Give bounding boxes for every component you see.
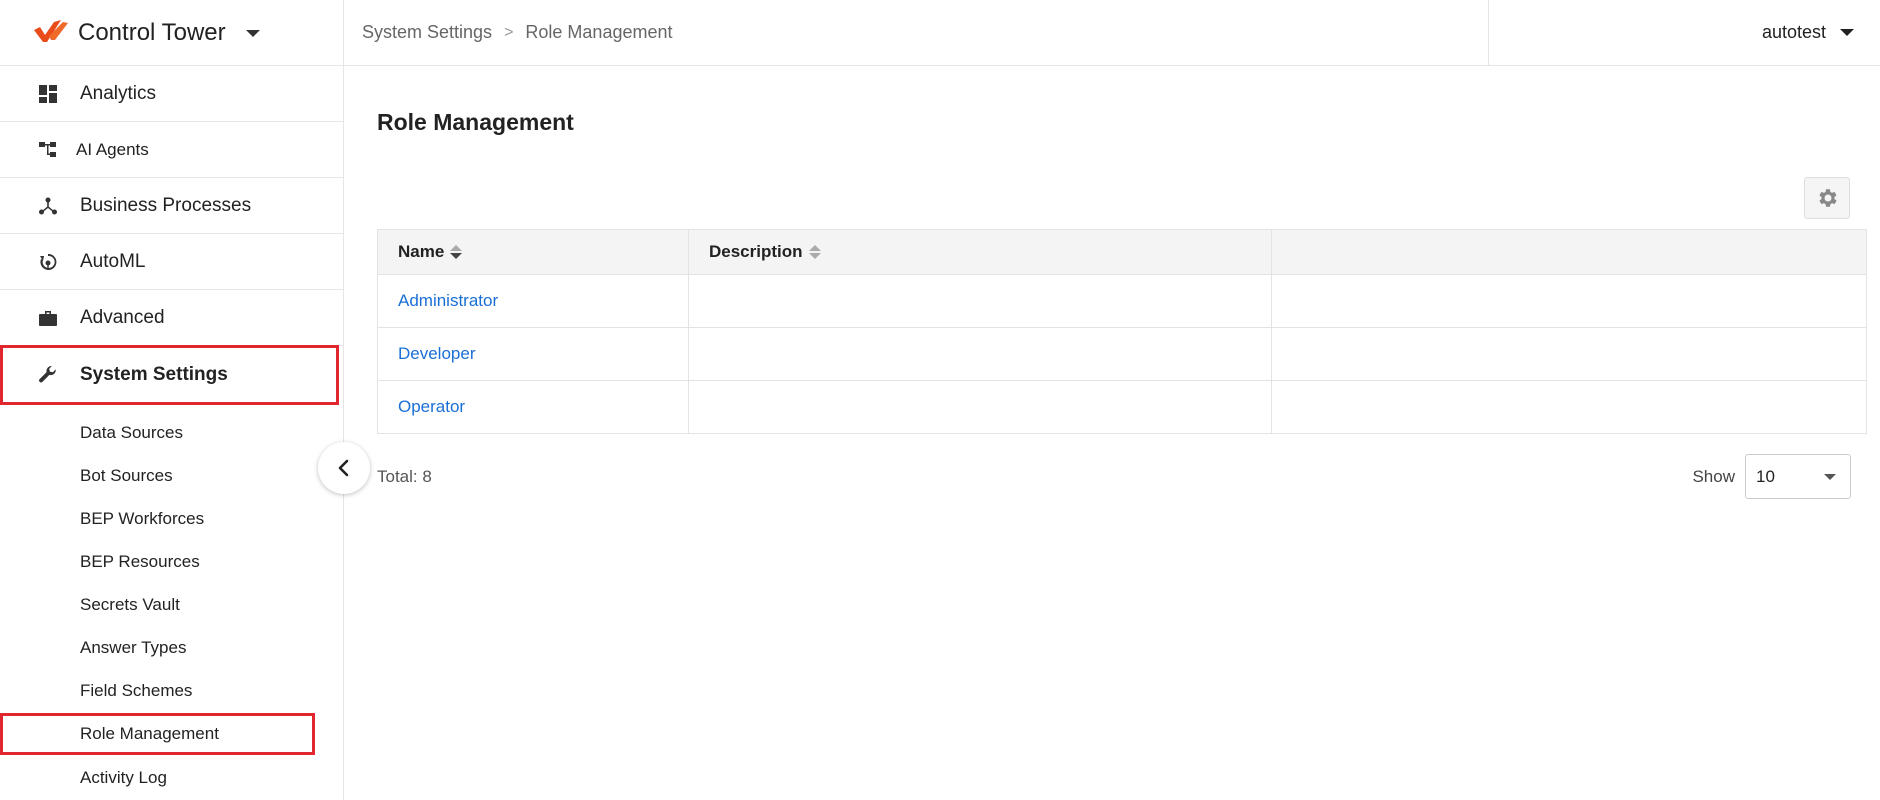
breadcrumb-current: Role Management: [525, 22, 673, 42]
sub-item-bep-workforces[interactable]: BEP Workforces: [0, 497, 343, 540]
nav-label: Business Processes: [80, 194, 252, 216]
user-menu[interactable]: autotest: [1488, 0, 1880, 66]
nav-label: AI Agents: [76, 139, 149, 159]
table-cell-empty: [1271, 380, 1867, 434]
sub-item-answer-types[interactable]: Answer Types: [0, 626, 343, 669]
automl-icon: [38, 252, 58, 272]
collapse-sidebar-button[interactable]: [318, 442, 370, 494]
roles-table: Name Description Administrator Developer…: [377, 229, 1867, 434]
nav-item-analytics[interactable]: Analytics: [0, 66, 343, 122]
sub-item-activity-log[interactable]: Activity Log: [0, 756, 343, 799]
app-title: Control Tower: [78, 18, 226, 46]
system-settings-submenu: Data Sources Bot Sources BEP Workforces …: [0, 405, 343, 799]
gear-icon: [1819, 189, 1837, 207]
table-cell-empty: [1271, 274, 1867, 328]
page-size-select[interactable]: 10: [1745, 454, 1851, 499]
top-bar: System Settings > Role Management autote…: [344, 0, 1880, 66]
user-name: autotest: [1761, 22, 1826, 42]
column-header-empty: [1271, 229, 1867, 275]
column-header-description[interactable]: Description: [688, 229, 1272, 275]
nav-item-ai-agents[interactable]: AI Agents: [0, 122, 343, 178]
nav-item-business-processes[interactable]: Business Processes: [0, 178, 343, 234]
breadcrumb-system-settings[interactable]: System Settings: [362, 22, 492, 43]
breadcrumb: System Settings > Role Management: [344, 22, 1488, 43]
column-header-name[interactable]: Name: [377, 229, 689, 275]
page-size-control: Show 10: [1692, 454, 1851, 499]
sub-item-role-management[interactable]: Role Management: [0, 713, 315, 755]
role-link-administrator[interactable]: Administrator: [377, 274, 689, 328]
sub-item-bot-sources[interactable]: Bot Sources: [0, 454, 343, 497]
nav-label: Analytics: [80, 82, 157, 104]
sub-item-field-schemes[interactable]: Field Schemes: [0, 669, 343, 712]
table-row: Developer: [377, 327, 1867, 381]
dashboard-icon: [38, 84, 58, 104]
table-row: Administrator: [377, 274, 1867, 328]
briefcase-icon: [38, 308, 58, 328]
role-description: [688, 327, 1272, 381]
sub-item-secrets-vault[interactable]: Secrets Vault: [0, 583, 343, 626]
nav-item-system-settings[interactable]: System Settings: [0, 345, 339, 405]
chevron-down-icon[interactable]: [245, 30, 260, 37]
table-header-row: Name Description: [377, 229, 1867, 275]
nav-item-automl[interactable]: AutoML: [0, 234, 343, 290]
role-description: [688, 380, 1272, 434]
process-icon: [38, 196, 58, 216]
sort-icon[interactable]: [808, 245, 821, 259]
sort-icon[interactable]: [450, 245, 463, 259]
show-label: Show: [1692, 466, 1735, 486]
role-link-developer[interactable]: Developer: [377, 327, 689, 381]
nav-label: Advanced: [80, 306, 165, 328]
page-title: Role Management: [377, 109, 574, 135]
chevron-down-icon: [1840, 29, 1854, 36]
table-cell-empty: [1271, 327, 1867, 381]
table-row: Operator: [377, 380, 1867, 434]
hierarchy-icon: [38, 140, 58, 160]
role-description: [688, 274, 1272, 328]
wrench-icon: [38, 365, 58, 385]
chevron-left-icon: [338, 459, 349, 477]
nav-label: AutoML: [80, 250, 146, 272]
brand-header[interactable]: Control Tower: [0, 0, 343, 66]
total-count: Total: 8: [377, 467, 432, 486]
table-settings-button[interactable]: [1804, 177, 1850, 219]
breadcrumb-separator-icon: >: [504, 23, 514, 41]
role-link-operator[interactable]: Operator: [377, 380, 689, 434]
main-content: Role Management Name Description Adminis…: [344, 67, 1880, 800]
chevron-down-icon: [1824, 473, 1836, 480]
sub-item-bep-resources[interactable]: BEP Resources: [0, 540, 343, 583]
nav-label: System Settings: [80, 364, 228, 385]
control-tower-logo-icon: [32, 19, 68, 46]
page-size-value: 10: [1756, 466, 1775, 486]
nav-item-advanced[interactable]: Advanced: [0, 290, 343, 346]
sub-item-data-sources[interactable]: Data Sources: [0, 411, 343, 454]
sidebar: Control Tower Analytics AI Agents Busine…: [0, 0, 344, 800]
